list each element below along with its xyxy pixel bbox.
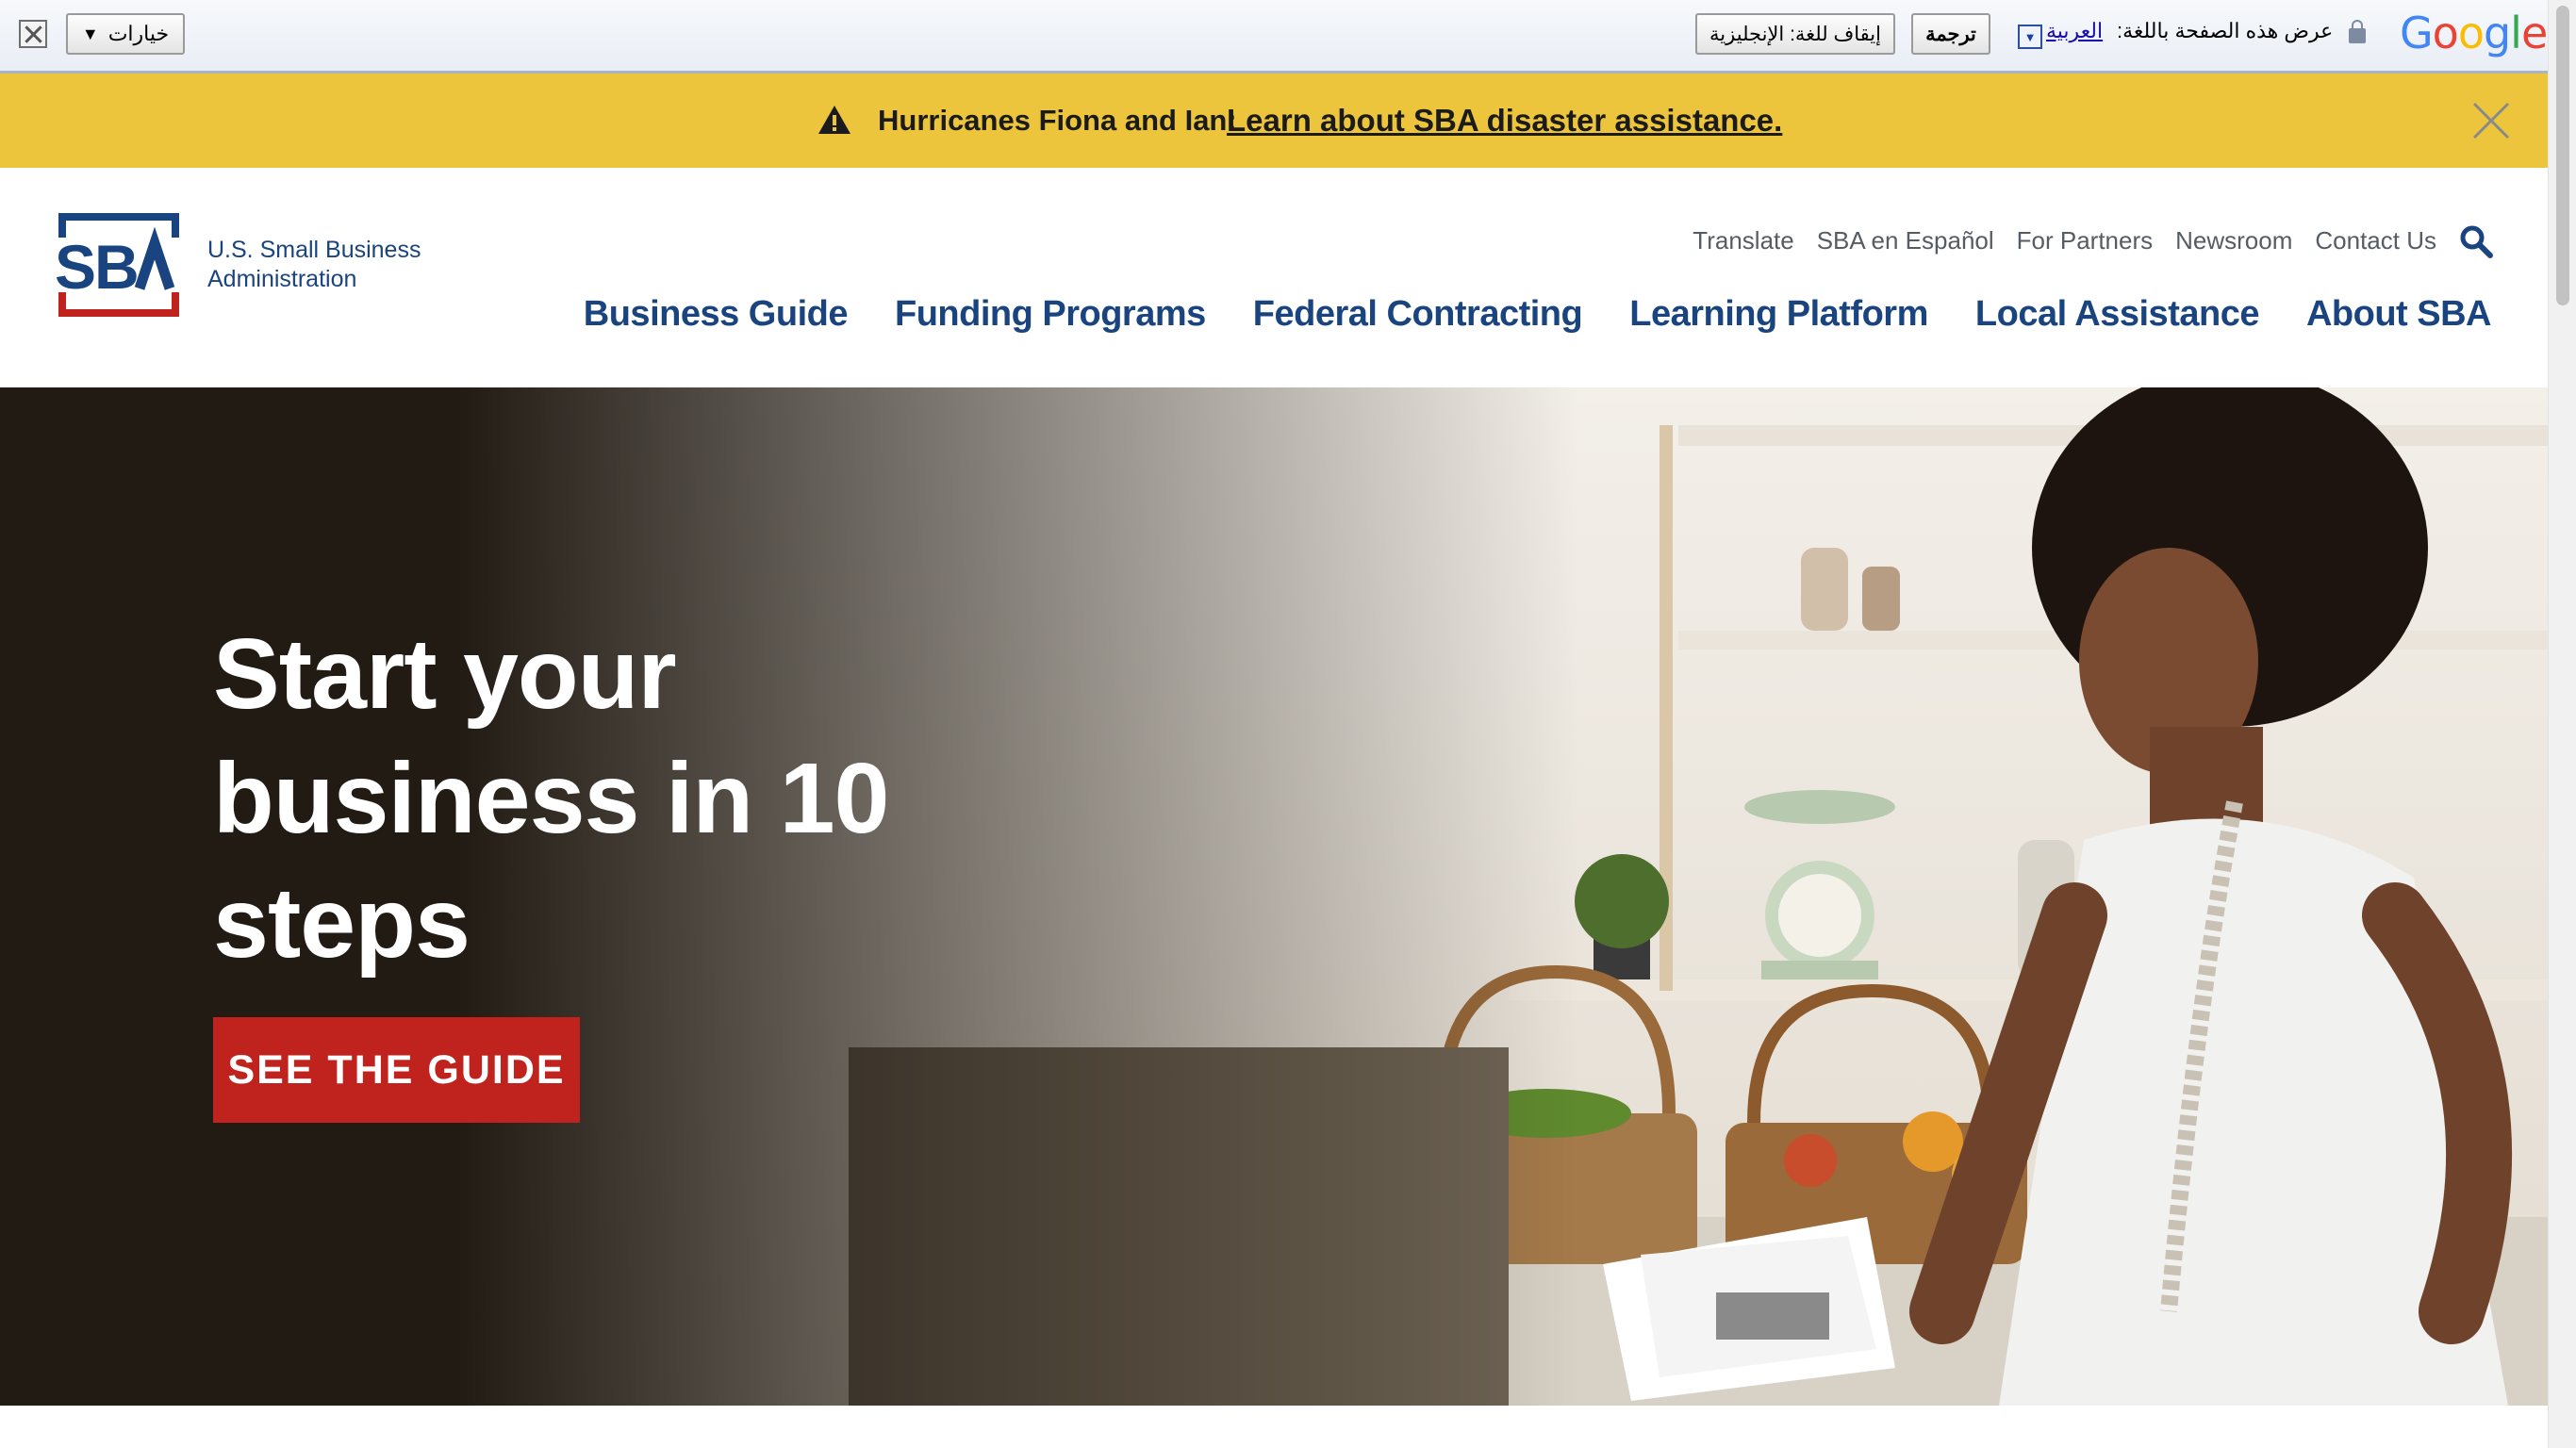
hero-title: Start your business in 10 steps bbox=[213, 612, 967, 985]
agency-name-line1: U.S. Small Business bbox=[207, 237, 421, 263]
page-scrollbar[interactable] bbox=[2548, 0, 2576, 1448]
site-header: SB U.S. Small Business Administration Tr… bbox=[0, 168, 2548, 387]
util-newsroom[interactable]: Newsroom bbox=[2175, 226, 2292, 255]
nav-local-assistance[interactable]: Local Assistance bbox=[1975, 294, 2260, 335]
chevron-down-icon: ▼ bbox=[81, 24, 99, 43]
nav-funding-programs[interactable]: Funding Programs bbox=[895, 294, 1206, 335]
util-espanol[interactable]: SBA en Español bbox=[1817, 226, 1994, 255]
nav-business-guide[interactable]: Business Guide bbox=[584, 294, 849, 335]
lock-icon bbox=[2349, 20, 2366, 43]
close-icon[interactable] bbox=[2472, 102, 2510, 140]
translate-prompt: عرض هذه الصفحة باللغة: bbox=[2117, 19, 2334, 42]
agency-name-line2: Administration bbox=[207, 266, 357, 292]
translate-button[interactable]: ترجمة bbox=[1911, 13, 1990, 55]
language-dropdown-icon[interactable]: ▼ bbox=[2018, 25, 2042, 49]
see-the-guide-button[interactable]: SEE THE GUIDE bbox=[213, 1017, 580, 1123]
stop-translating-label: إيقاف للغة: الإنجليزية bbox=[1709, 23, 1881, 45]
util-partners[interactable]: For Partners bbox=[2017, 226, 2154, 255]
warning-icon bbox=[818, 106, 850, 134]
hero-title-line1: Start your bbox=[213, 618, 677, 730]
disaster-assistance-link[interactable]: Learn about SBA disaster assistance. bbox=[1227, 103, 1782, 139]
close-icon[interactable] bbox=[19, 20, 47, 48]
options-label: خيارات bbox=[107, 22, 170, 45]
google-logo: Google bbox=[2400, 8, 2548, 58]
nav-federal-contracting[interactable]: Federal Contracting bbox=[1253, 294, 1583, 335]
hero-title-line2: business in 10 bbox=[213, 743, 890, 854]
google-translate-bar: خيارات ▼ إيقاف للغة: الإنجليزية ترجمة ▼ … bbox=[0, 0, 2548, 74]
utility-nav: Translate SBA en Español For Partners Ne… bbox=[1693, 226, 2436, 255]
util-contact[interactable]: Contact Us bbox=[2315, 226, 2436, 255]
svg-text:SB: SB bbox=[55, 232, 138, 302]
search-icon[interactable] bbox=[2459, 224, 2493, 258]
options-button[interactable]: خيارات ▼ bbox=[66, 13, 185, 55]
agency-name: U.S. Small Business Administration bbox=[207, 236, 421, 294]
alert-label: Hurricanes Fiona and Ian: bbox=[878, 104, 1237, 137]
language-select-link[interactable]: العربية bbox=[2046, 19, 2103, 43]
scrollbar-thumb[interactable] bbox=[2556, 6, 2569, 305]
stop-translating-button[interactable]: إيقاف للغة: الإنجليزية bbox=[1695, 13, 1895, 55]
hero-section: Start your business in 10 steps SEE THE … bbox=[0, 387, 2548, 1406]
nav-learning-platform[interactable]: Learning Platform bbox=[1629, 294, 1928, 335]
main-nav: Business Guide Funding Programs Federal … bbox=[584, 294, 2492, 335]
translate-button-label: ترجمة bbox=[1925, 23, 1976, 45]
nav-about-sba[interactable]: About SBA bbox=[2306, 294, 2492, 335]
see-the-guide-label: SEE THE GUIDE bbox=[227, 1046, 566, 1093]
util-translate[interactable]: Translate bbox=[1693, 226, 1793, 255]
sba-logo[interactable]: SB bbox=[53, 213, 185, 317]
hero-title-line3: steps bbox=[213, 867, 471, 979]
alert-banner: Hurricanes Fiona and Ian: Learn about SB… bbox=[0, 74, 2548, 168]
